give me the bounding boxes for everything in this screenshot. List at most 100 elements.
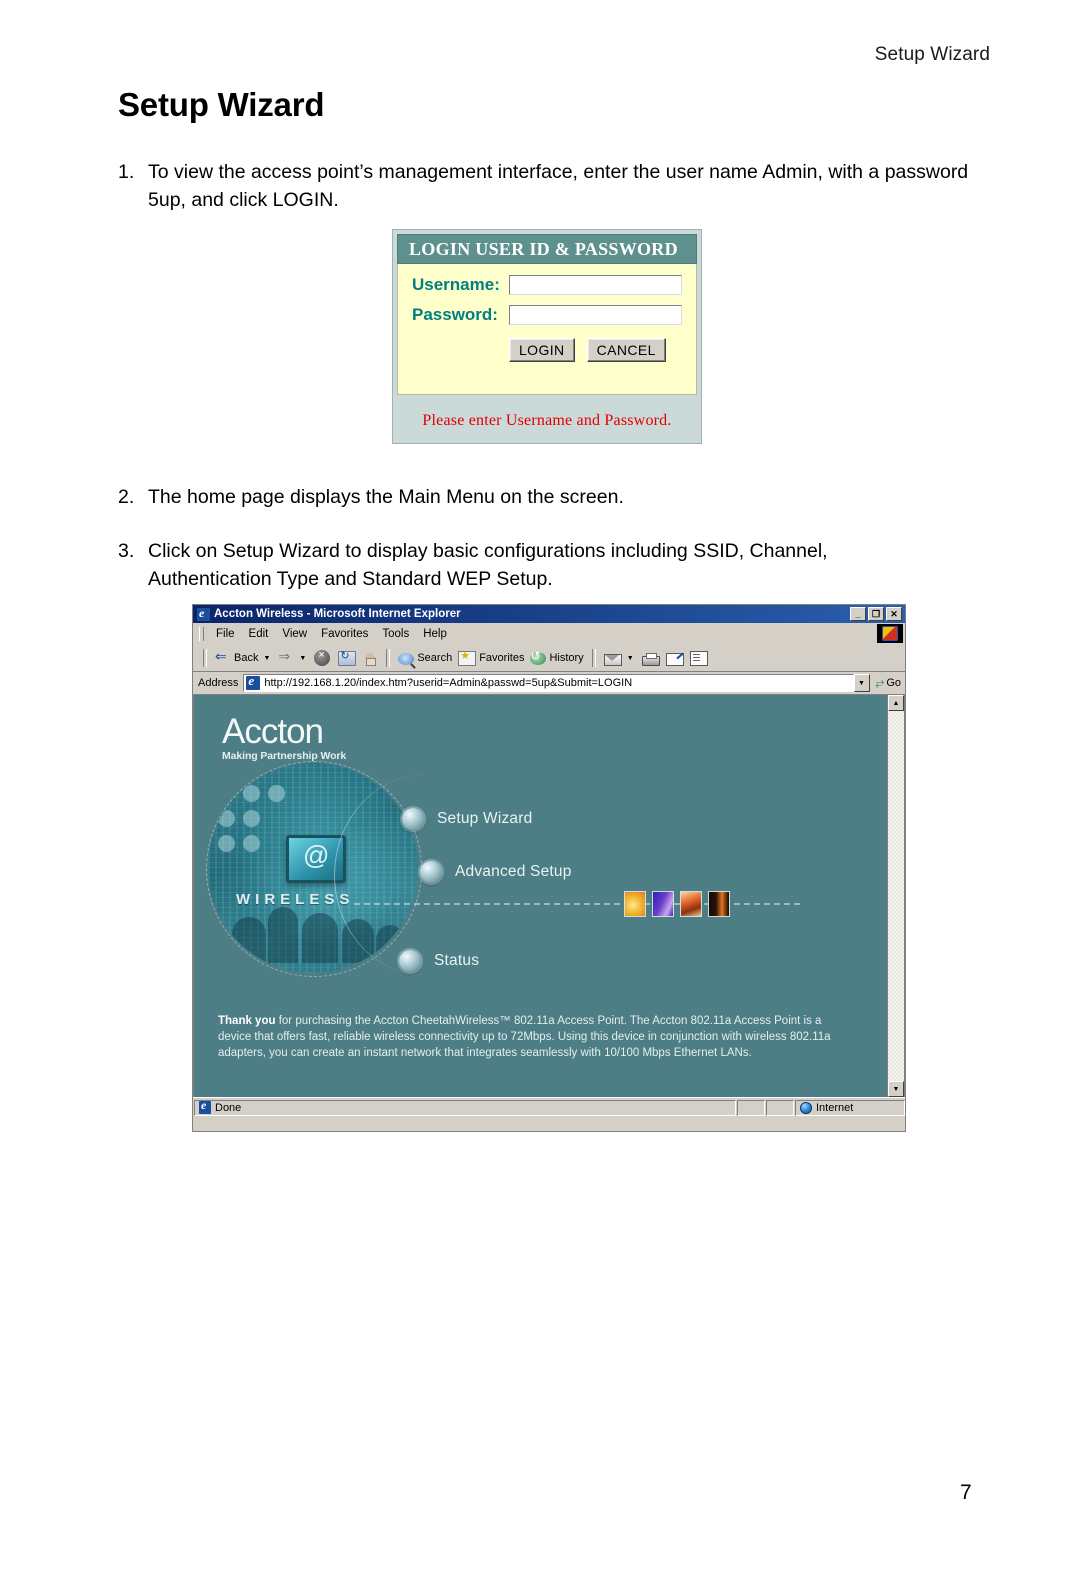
page-number: 7 bbox=[960, 1481, 972, 1504]
back-button-label: Back bbox=[234, 652, 259, 664]
go-button[interactable]: ⥂ Go bbox=[870, 677, 906, 690]
browser-viewport: WIRELESS WIRELESS Accton Making Partners… bbox=[193, 695, 905, 1097]
login-dialog: LOGIN USER ID & PASSWORD Username: Passw… bbox=[392, 229, 702, 444]
menu-favorites[interactable]: Favorites bbox=[314, 626, 375, 642]
scrollbar-track[interactable] bbox=[888, 711, 904, 1081]
monitor-at-symbol-icon bbox=[286, 835, 346, 883]
thumbnail-strip bbox=[624, 891, 730, 917]
security-zone-pane: Internet bbox=[795, 1099, 905, 1116]
step-3-text: Click on Setup Wizard to display basic c… bbox=[148, 540, 828, 590]
mail-button[interactable]: ▼ bbox=[601, 650, 639, 667]
back-button[interactable]: Back ▼ bbox=[212, 648, 275, 667]
history-button[interactable]: History bbox=[527, 649, 586, 666]
login-dialog-buttons: LOGIN CANCEL bbox=[412, 338, 682, 362]
address-url-text: http://192.168.1.20/index.htm?userid=Adm… bbox=[264, 677, 633, 689]
print-button[interactable] bbox=[639, 650, 663, 667]
menu-item-status[interactable]: Status bbox=[399, 950, 479, 972]
search-button-label: Search bbox=[417, 652, 453, 664]
menu-tools[interactable]: Tools bbox=[375, 626, 416, 642]
menu-item-advanced-setup[interactable]: Advanced Setup bbox=[420, 861, 572, 883]
thumbnail-purple-icon[interactable] bbox=[652, 891, 674, 917]
menu-item-setup-wizard[interactable]: Setup Wizard bbox=[402, 808, 532, 830]
step-1: 1. To view the access point’s management… bbox=[118, 158, 978, 214]
step-1-number: 1. bbox=[118, 161, 135, 183]
forward-button[interactable]: ▼ bbox=[275, 648, 311, 667]
stop-icon bbox=[314, 649, 331, 666]
menu-item-status-label: Status bbox=[434, 952, 480, 969]
username-input[interactable] bbox=[509, 275, 682, 295]
accton-logo: Accton Making Partnership Work bbox=[222, 712, 346, 762]
browser-title: Accton Wireless - Microsoft Internet Exp… bbox=[214, 608, 461, 620]
mail-icon bbox=[603, 653, 622, 666]
edit-icon bbox=[665, 652, 684, 666]
status-pane-3 bbox=[766, 1099, 794, 1116]
menubar-grip[interactable] bbox=[199, 626, 204, 641]
toolbar-grip[interactable] bbox=[203, 649, 207, 667]
sphere-bullet-icon bbox=[402, 808, 424, 830]
sphere-bullet-icon bbox=[420, 861, 442, 883]
address-dropdown-button[interactable]: ▼ bbox=[853, 674, 870, 692]
menu-item-setup-wizard-label: Setup Wizard bbox=[437, 810, 533, 827]
step-2: 2. The home page displays the Main Menu … bbox=[118, 483, 978, 511]
login-dialog-header: LOGIN USER ID & PASSWORD bbox=[397, 234, 697, 264]
close-button[interactable]: ✕ bbox=[886, 607, 902, 621]
home-button[interactable] bbox=[359, 649, 381, 667]
menu-help[interactable]: Help bbox=[416, 626, 454, 642]
dashed-divider bbox=[354, 903, 800, 905]
favorites-button[interactable]: Favorites bbox=[455, 649, 527, 667]
password-row: Password: bbox=[412, 305, 682, 325]
status-text-pane: Done bbox=[194, 1098, 736, 1116]
discuss-button[interactable] bbox=[687, 649, 711, 667]
home-icon bbox=[362, 650, 378, 666]
favorites-button-label: Favorites bbox=[479, 652, 525, 664]
login-message: Please enter Username and Password. bbox=[422, 412, 672, 429]
sphere-bullet-icon bbox=[399, 950, 421, 972]
browser-menubar: File Edit View Favorites Tools Help bbox=[193, 623, 905, 645]
scroll-down-button[interactable]: ▼ bbox=[888, 1081, 904, 1097]
stop-button[interactable] bbox=[311, 649, 333, 667]
back-dropdown-icon[interactable]: ▼ bbox=[261, 655, 272, 662]
forward-dropdown-icon[interactable]: ▼ bbox=[297, 655, 308, 662]
restore-button[interactable]: ❐ bbox=[868, 607, 884, 621]
address-input[interactable]: http://192.168.1.20/index.htm?userid=Adm… bbox=[243, 674, 854, 692]
internet-explorer-icon bbox=[197, 606, 210, 621]
document-icon bbox=[199, 1098, 211, 1114]
scroll-up-button[interactable]: ▲ bbox=[888, 695, 904, 711]
forward-arrow-icon bbox=[278, 648, 294, 666]
history-button-label: History bbox=[549, 652, 584, 664]
security-zone-text: Internet bbox=[816, 1101, 854, 1114]
back-arrow-icon bbox=[215, 648, 231, 666]
window-buttons: _ ❐ ✕ bbox=[850, 607, 903, 621]
login-button[interactable]: LOGIN bbox=[509, 338, 575, 362]
step-3-number: 3. bbox=[118, 540, 135, 562]
thumbnail-dark-icon[interactable] bbox=[708, 891, 730, 917]
vertical-scrollbar[interactable]: ▲ ▼ bbox=[887, 695, 904, 1097]
refresh-button[interactable] bbox=[333, 649, 359, 667]
address-label: Address bbox=[198, 677, 239, 689]
thumbnail-orange-icon[interactable] bbox=[624, 891, 646, 917]
brand-name: Accton bbox=[222, 712, 324, 751]
step-2-number: 2. bbox=[118, 486, 135, 508]
minimize-button[interactable]: _ bbox=[850, 607, 866, 621]
welcome-blurb-lead: Thank you bbox=[218, 1015, 276, 1027]
go-arrow-icon: ⥂ bbox=[875, 676, 885, 689]
welcome-blurb: Thank you for purchasing the Accton Chee… bbox=[218, 1013, 848, 1061]
password-input[interactable] bbox=[509, 305, 682, 325]
mail-dropdown-icon[interactable]: ▼ bbox=[625, 655, 636, 662]
discuss-icon bbox=[689, 651, 708, 666]
menu-view[interactable]: View bbox=[275, 626, 314, 642]
thumbnail-fire-icon[interactable] bbox=[680, 891, 702, 917]
refresh-icon bbox=[338, 649, 357, 666]
search-button[interactable]: Search bbox=[395, 650, 455, 666]
web-page: WIRELESS WIRELESS Accton Making Partners… bbox=[194, 695, 887, 1097]
step-1-text: To view the access point’s management in… bbox=[148, 161, 969, 211]
edit-button[interactable] bbox=[663, 650, 687, 667]
menu-edit[interactable]: Edit bbox=[242, 626, 276, 642]
browser-addressbar: Address http://192.168.1.20/index.htm?us… bbox=[193, 672, 905, 695]
cancel-button[interactable]: CANCEL bbox=[586, 338, 666, 362]
wireless-text: WIRELESS bbox=[236, 891, 355, 908]
search-icon bbox=[398, 653, 415, 665]
menu-file[interactable]: File bbox=[209, 626, 242, 642]
favorites-star-icon bbox=[458, 649, 477, 666]
login-dialog-body: Username: Password: LOGIN CANCEL bbox=[397, 264, 697, 395]
